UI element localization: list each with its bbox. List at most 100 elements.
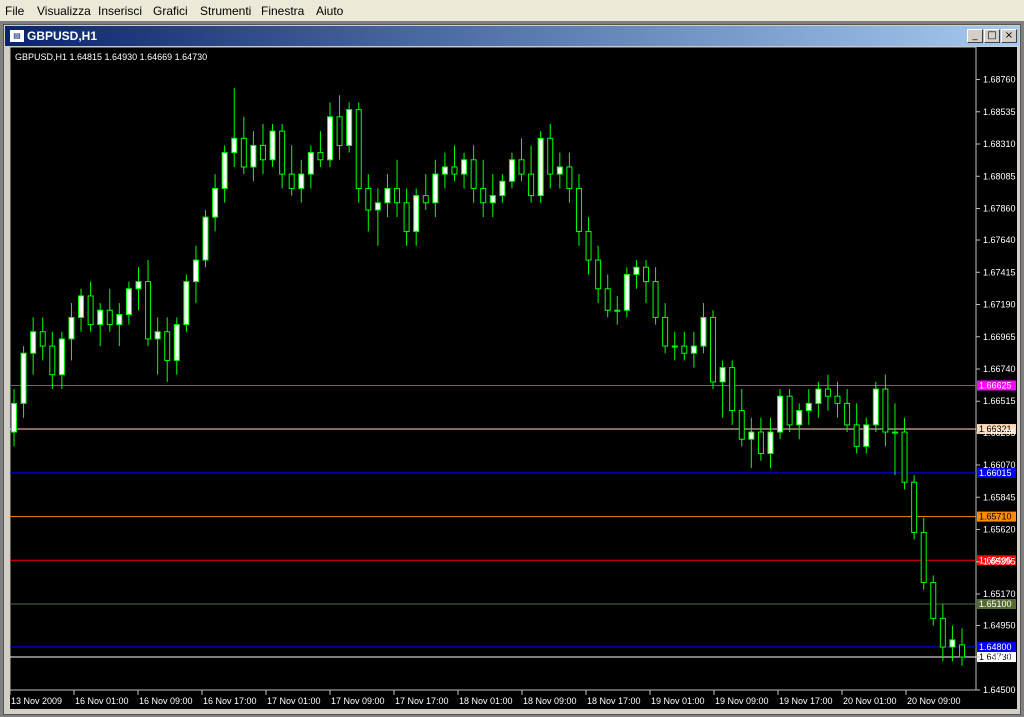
- y-tick-label: 1.67415: [983, 267, 1016, 277]
- candle-body: [604, 288, 611, 311]
- y-tick-label: 1.68760: [983, 75, 1016, 85]
- x-tick-label: 18 Nov 01:00: [459, 696, 513, 706]
- candle-body: [279, 130, 286, 175]
- candle-body: [374, 202, 381, 211]
- candle-body: [11, 402, 17, 433]
- candle-body: [125, 288, 132, 316]
- candle-body: [145, 281, 152, 340]
- candle-body: [556, 166, 563, 175]
- candle-body: [499, 180, 506, 197]
- candle-body: [346, 109, 353, 146]
- candle-body: [566, 166, 573, 189]
- candle-body: [643, 266, 649, 283]
- x-tick-label: 20 Nov 09:00: [907, 696, 961, 706]
- candle-body: [872, 388, 879, 426]
- candle-body: [959, 644, 965, 658]
- candle-body: [930, 582, 937, 619]
- candle-body: [202, 216, 209, 261]
- x-tick-label: 13 Nov 2009: [11, 696, 62, 706]
- candle-body: [97, 309, 104, 326]
- candle-body: [911, 481, 918, 533]
- candle-body: [748, 431, 755, 440]
- candle-body: [441, 166, 448, 175]
- candle-body: [87, 295, 94, 326]
- x-tick-label: 17 Nov 01:00: [267, 696, 321, 706]
- candle-body: [384, 187, 391, 204]
- candle-body: [58, 338, 65, 376]
- candle-body: [231, 137, 238, 154]
- candle-body: [671, 345, 678, 348]
- y-tick-label: 1.65170: [983, 589, 1016, 599]
- candle-body: [394, 187, 401, 204]
- candle-body: [690, 345, 697, 354]
- candle-body: [154, 331, 161, 340]
- x-tick-label: 16 Nov 17:00: [203, 696, 257, 706]
- candle-body: [652, 281, 659, 318]
- candle-body: [461, 159, 468, 175]
- y-tick-label: 1.67860: [983, 204, 1016, 214]
- candle-body: [920, 531, 927, 584]
- candle-body: [757, 431, 764, 455]
- x-tick-label: 18 Nov 17:00: [587, 696, 641, 706]
- candle-body: [901, 431, 908, 483]
- candle-body: [518, 159, 525, 175]
- y-tick-label: 1.67190: [983, 300, 1016, 310]
- candle-body: [183, 281, 190, 326]
- x-tick-label: 17 Nov 09:00: [331, 696, 385, 706]
- x-tick-label: 19 Nov 09:00: [715, 696, 769, 706]
- y-tick-label: 1.65845: [983, 492, 1016, 502]
- candle-body: [307, 152, 314, 175]
- level-price-label: 1.66625: [979, 380, 1012, 390]
- candle-body: [20, 352, 27, 404]
- y-tick-label: 1.66070: [983, 460, 1016, 470]
- candle-body: [135, 281, 142, 290]
- candle-body: [662, 316, 669, 347]
- candle-body: [30, 331, 37, 354]
- candle-body: [508, 159, 515, 182]
- candle-body: [729, 367, 736, 412]
- y-tick-label: 1.66965: [983, 332, 1016, 342]
- candle-body: [786, 395, 793, 426]
- candle-body: [422, 195, 429, 204]
- candle-body: [595, 259, 602, 290]
- candle-body: [365, 187, 372, 211]
- candle-body: [767, 431, 774, 455]
- candle-body: [815, 388, 822, 404]
- candle-body: [796, 410, 803, 426]
- candle-body: [681, 345, 688, 354]
- candle-body: [480, 187, 487, 204]
- candle-body: [403, 202, 410, 232]
- candle-body: [39, 331, 46, 347]
- candle-body: [269, 130, 276, 161]
- candle-body: [164, 331, 171, 361]
- candle-body: [537, 137, 544, 197]
- candle-body: [451, 166, 458, 175]
- candle-body: [614, 309, 621, 312]
- candle-body: [585, 230, 592, 261]
- y-tick-label: 1.64950: [983, 621, 1016, 631]
- candle-body: [949, 639, 956, 648]
- y-tick-label: 1.64730: [983, 652, 1016, 662]
- candle-body: [288, 173, 295, 189]
- x-tick-label: 19 Nov 17:00: [779, 696, 833, 706]
- y-tick-label: 1.68310: [983, 139, 1016, 149]
- x-tick-label: 20 Nov 01:00: [843, 696, 897, 706]
- chart-header: GBPUSD,H1 1.64815 1.64930 1.64669 1.6473…: [15, 52, 207, 62]
- candle-body: [470, 159, 477, 189]
- x-tick-label: 16 Nov 09:00: [139, 696, 193, 706]
- y-tick-label: 1.66740: [983, 364, 1016, 374]
- candle-body: [259, 144, 266, 161]
- candle-body: [853, 424, 860, 447]
- candle-body: [298, 173, 305, 189]
- candle-body: [700, 316, 707, 347]
- candle-body: [719, 367, 726, 383]
- candle-body: [710, 316, 717, 383]
- candle-body: [116, 314, 123, 326]
- candle-body: [805, 402, 812, 412]
- price-chart[interactable]: 1.666251.663211.660151.657101.654051.651…: [0, 0, 1024, 717]
- candle-body: [528, 173, 535, 197]
- candle-body: [173, 324, 180, 361]
- candle-body: [327, 116, 333, 161]
- candle-body: [738, 410, 745, 440]
- candle-body: [317, 152, 324, 161]
